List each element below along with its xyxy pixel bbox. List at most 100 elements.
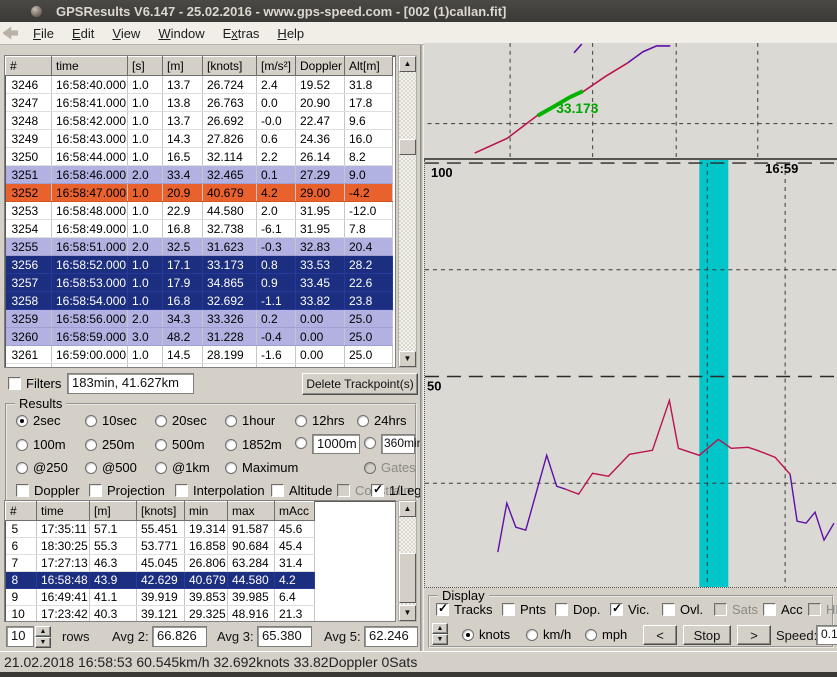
checkbox-box[interactable]	[175, 484, 188, 497]
scroll-thumb[interactable]	[399, 139, 416, 155]
table-row[interactable]: 816:58:4843.942.62940.67944.5804.2	[6, 572, 315, 589]
col-header[interactable]: Alt[m]	[345, 57, 393, 76]
menu-window[interactable]: Window	[149, 24, 213, 43]
table-row[interactable]: 324616:58:40.0001.013.726.7242.419.5231.…	[6, 76, 393, 94]
table-row[interactable]: 325616:58:52.0001.017.133.1730.833.5328.…	[6, 256, 393, 274]
radio-button[interactable]	[526, 629, 538, 641]
checkbox-box[interactable]	[16, 484, 29, 497]
menu-file[interactable]: File	[24, 24, 63, 43]
pnts-checkbox[interactable]: Pnts	[502, 602, 546, 617]
radio-10sec[interactable]: 10sec	[85, 413, 137, 428]
col-header[interactable]: [knots]	[137, 502, 185, 521]
col-header[interactable]: #	[6, 57, 52, 76]
radio-button[interactable]	[85, 462, 97, 474]
checkbox-box[interactable]	[436, 603, 449, 616]
table-row[interactable]: 325216:58:47.0001.020.940.6794.229.00-4.…	[6, 184, 393, 202]
table-row[interactable]: 326216:59:01.0001.013.626.517-0.90.0025.…	[6, 364, 393, 369]
col-header[interactable]: mAcc	[275, 502, 315, 521]
acc-checkbox[interactable]: Acc	[763, 602, 803, 617]
radio-button[interactable]	[225, 415, 237, 427]
radio-button[interactable]	[225, 462, 237, 474]
table-row[interactable]: 325016:58:44.0001.016.532.1142.226.148.2	[6, 148, 393, 166]
table-row[interactable]: 916:49:4141.139.91939.85339.9856.4	[6, 589, 315, 606]
radio-12hrs[interactable]: 12hrs	[295, 413, 345, 428]
projection-checkbox[interactable]: Projection	[89, 483, 165, 498]
radio-500m[interactable]: 500m	[155, 437, 205, 452]
radio-1852m[interactable]: 1852m	[225, 437, 282, 452]
doppler-checkbox[interactable]: Doppler	[16, 483, 80, 498]
radio-250m[interactable]: 250m	[85, 437, 135, 452]
checkbox-box[interactable]	[8, 377, 21, 390]
filters-checkbox[interactable]: Filters	[8, 376, 61, 391]
table-row[interactable]: 324916:58:43.0001.014.327.8260.624.3616.…	[6, 130, 393, 148]
checkbox-box[interactable]	[610, 603, 623, 616]
radio-button[interactable]	[85, 439, 97, 451]
menu-view[interactable]: View	[103, 24, 149, 43]
radio-button[interactable]	[364, 437, 376, 449]
radio-button[interactable]	[16, 462, 28, 474]
radio-button[interactable]	[295, 415, 307, 427]
radio-at500[interactable]: @500	[85, 460, 137, 475]
col-header[interactable]: [knots]	[203, 57, 257, 76]
checkbox-box[interactable]	[763, 603, 776, 616]
radio-button[interactable]	[585, 629, 597, 641]
spin-up-icon[interactable]: ▲	[35, 626, 51, 637]
menu-extras[interactable]: Extras	[214, 24, 269, 43]
results-header-row[interactable]: # time [m] [knots] min max mAcc	[6, 502, 315, 521]
radio-at1km[interactable]: @1km	[155, 460, 210, 475]
radio-button[interactable]	[155, 415, 167, 427]
col-header[interactable]: [m]	[90, 502, 137, 521]
radio-at250[interactable]: @250	[16, 460, 68, 475]
radio-button[interactable]	[225, 439, 237, 451]
track-map[interactable]: 33.173	[424, 43, 837, 160]
radio-20sec[interactable]: 20sec	[155, 413, 207, 428]
radio-button[interactable]	[155, 439, 167, 451]
radio-1hour[interactable]: 1hour	[225, 413, 275, 428]
radio-button[interactable]	[295, 437, 307, 449]
checkbox-box[interactable]	[662, 603, 675, 616]
checkbox-box[interactable]	[89, 484, 102, 497]
radio-button[interactable]	[85, 415, 97, 427]
col-header[interactable]: #	[6, 502, 37, 521]
table-row[interactable]: 325716:58:53.0001.017.934.8650.933.4522.…	[6, 274, 393, 292]
replay-back-button[interactable]: <	[643, 625, 677, 645]
replay-speed-field[interactable]: 0.10s	[816, 625, 837, 645]
radio-2sec[interactable]: 2sec	[16, 413, 60, 428]
col-header[interactable]: time	[52, 57, 128, 76]
spin-up-icon[interactable]: ▲	[432, 623, 448, 634]
one-per-leg-checkbox[interactable]: 1/Leg	[371, 483, 422, 498]
col-header[interactable]: Doppler	[296, 57, 345, 76]
custom-time-input[interactable]: 360min	[381, 434, 415, 454]
table-row[interactable]: 326016:58:59.0003.048.231.228-0.40.0025.…	[6, 328, 393, 346]
spin-down-icon[interactable]: ▼	[432, 634, 448, 645]
speed-graph[interactable]: 100 50 16:59	[424, 160, 837, 588]
table-row[interactable]: 618:30:2555.353.77116.85890.68445.4	[6, 538, 315, 555]
scroll-up-arrow[interactable]: ▲	[399, 56, 416, 72]
table-row[interactable]: 325116:58:46.0002.033.432.4650.127.299.0	[6, 166, 393, 184]
mdi-child-icon[interactable]	[3, 27, 18, 40]
radio-button[interactable]	[462, 629, 474, 641]
table-row[interactable]: 326116:59:00.0001.014.528.199-1.60.0025.…	[6, 346, 393, 364]
table-row[interactable]: 325516:58:51.0002.032.531.623-0.332.8320…	[6, 238, 393, 256]
table-row[interactable]: 324716:58:41.0001.013.826.7630.020.9017.…	[6, 94, 393, 112]
delete-trackpoints-button[interactable]: Delete Trackpoint(s)	[302, 373, 418, 395]
replay-stop-button[interactable]: Stop	[683, 625, 731, 645]
checkbox-box[interactable]	[271, 484, 284, 497]
col-header[interactable]: [m/s²]	[257, 57, 296, 76]
trackpoint-header-row[interactable]: # time [s] [m] [knots] [m/s²] Doppler Al…	[6, 57, 393, 76]
col-header[interactable]: min	[185, 502, 228, 521]
units-mph-radio[interactable]: mph	[585, 627, 627, 642]
filters-summary-field[interactable]: 183min, 41.627km	[67, 373, 194, 394]
checkbox-box[interactable]	[371, 484, 384, 497]
table-row[interactable]: 325916:58:56.0002.034.333.3260.20.0025.0	[6, 310, 393, 328]
table-row[interactable]: 717:27:1346.345.04526.80663.28431.4	[6, 555, 315, 572]
scroll-thumb[interactable]	[399, 553, 416, 603]
table-row[interactable]: 517:35:1157.155.45119.31491.58745.6	[6, 521, 315, 538]
graph-zoom-spinner[interactable]: ▲ ▼	[432, 623, 448, 645]
spin-down-icon[interactable]: ▼	[35, 637, 51, 648]
interpolation-checkbox[interactable]: Interpolation	[175, 483, 265, 498]
col-header[interactable]: [s]	[128, 57, 163, 76]
checkbox-box[interactable]	[555, 603, 568, 616]
units-kmh-radio[interactable]: km/h	[526, 627, 571, 642]
replay-forward-button[interactable]: >	[737, 625, 771, 645]
